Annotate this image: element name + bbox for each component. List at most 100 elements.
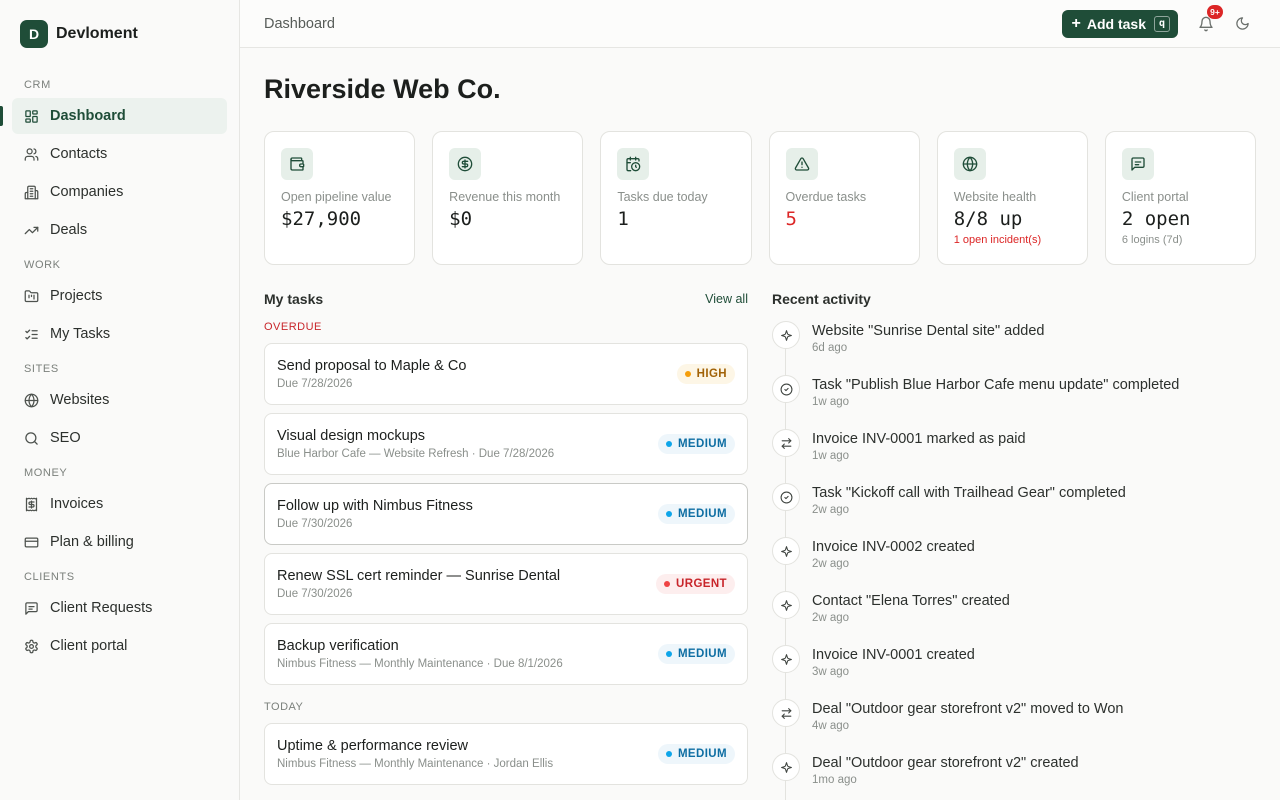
sidebar-item-client-portal[interactable]: Client portal bbox=[12, 628, 227, 664]
notifications-button[interactable]: 9+ bbox=[1192, 4, 1223, 38]
stat-label: Open pipeline value bbox=[281, 190, 392, 204]
topbar: Dashboard + Add task q 9+ bbox=[240, 0, 1280, 48]
stat-label: Client portal bbox=[1121, 190, 1189, 204]
activity-item: Contact "Elena Torres" created 2w ago bbox=[772, 591, 1256, 645]
task-title: Uptime & performance review bbox=[277, 738, 468, 754]
nav-section-title: CRM bbox=[24, 79, 51, 91]
sidebar-item-plan-billing[interactable]: Plan & billing bbox=[12, 524, 227, 560]
stat-label: Revenue this month bbox=[449, 190, 561, 204]
sidebar-item-websites[interactable]: Websites bbox=[12, 382, 227, 418]
check-circle-icon bbox=[780, 383, 792, 395]
brand-name: Devloment bbox=[56, 25, 138, 42]
priority-dot-icon bbox=[665, 511, 672, 517]
dashboard-columns: My tasks View all OVERDUE Send proposal t… bbox=[264, 289, 1256, 800]
check-circle-icon bbox=[780, 491, 792, 503]
activity-time: 1w ago bbox=[812, 396, 850, 408]
task-item[interactable]: Follow up with Nimbus Fitness Due 7/30/20… bbox=[264, 483, 748, 545]
plus-icon: + bbox=[1071, 14, 1081, 32]
arrows-swap-icon bbox=[781, 707, 791, 719]
task-item[interactable]: Send proposal to Maple & Co Due 7/28/2026… bbox=[264, 343, 748, 405]
users-icon bbox=[24, 147, 39, 161]
sidebar-item-label: Projects bbox=[50, 288, 103, 304]
sidebar-item-seo[interactable]: SEO bbox=[12, 420, 227, 456]
task-meta: Blue Harbor Cafe — Website Refresh · Due… bbox=[277, 448, 555, 460]
stat-card-client-portal[interactable]: Client portal 2 open 6 logins (7d) bbox=[1104, 131, 1257, 265]
sparkles-icon bbox=[780, 761, 792, 773]
page-title: Riverside Web Co. bbox=[264, 74, 501, 104]
sidebar-item-contacts[interactable]: Contacts bbox=[12, 136, 227, 172]
sidebar-item-companies[interactable]: Companies bbox=[12, 174, 227, 210]
globe-icon bbox=[24, 393, 39, 407]
activity-text: Deal "Outdoor gear storefront v2" create… bbox=[812, 755, 1079, 771]
brand[interactable]: D Devloment bbox=[12, 0, 227, 68]
priority-badge: MEDIUM bbox=[657, 504, 735, 524]
notification-count-badge: 9+ bbox=[1207, 4, 1223, 19]
task-group-label-overdue: OVERDUE bbox=[264, 321, 322, 333]
app-root: D Devloment CRM Dashboard Contacts Companie… bbox=[0, 0, 1280, 800]
sidebar-item-client-requests[interactable]: Client Requests bbox=[12, 590, 227, 626]
sidebar-item-my-tasks[interactable]: My Tasks bbox=[12, 316, 227, 352]
activity-time: 2w ago bbox=[812, 612, 850, 624]
stat-card-website-health[interactable]: Website health 8/8 up 1 open incident(s) bbox=[936, 131, 1088, 265]
stat-value: 8/8 up bbox=[953, 208, 1023, 230]
task-meta: Due 7/30/2026 bbox=[277, 588, 353, 600]
sidebar-item-projects[interactable]: Projects bbox=[12, 278, 227, 314]
activity-item: Deal "Outdoor gear storefront v2" moved … bbox=[772, 699, 1256, 753]
task-title: Visual design mockups bbox=[277, 428, 426, 444]
sidebar-item-dashboard[interactable]: Dashboard bbox=[0, 98, 227, 134]
my-tasks-title: My tasks bbox=[264, 291, 324, 307]
sparkles-icon bbox=[780, 599, 792, 611]
priority-dot-icon bbox=[665, 751, 672, 757]
activity-time: 1w ago bbox=[812, 450, 850, 462]
activity-item: Website "Sunrise Dental site" added 6d ag… bbox=[772, 321, 1256, 375]
trending-up-icon bbox=[24, 226, 39, 234]
my-tasks-panel: My tasks View all OVERDUE Send proposal t… bbox=[264, 289, 748, 800]
theme-toggle-button[interactable] bbox=[1228, 10, 1256, 38]
nav-section-work: WORK Projects My Tasks bbox=[12, 256, 227, 352]
recent-activity-title: Recent activity bbox=[772, 291, 871, 307]
nav-section-clients: CLIENTS Client Requests Client portal bbox=[12, 568, 227, 664]
activity-text: Invoice INV-0001 created bbox=[812, 647, 975, 663]
stat-label: Overdue tasks bbox=[785, 190, 867, 204]
credit-card-icon bbox=[24, 537, 39, 547]
task-title: Backup verification bbox=[277, 638, 399, 654]
sidebar-item-label: Invoices bbox=[50, 496, 104, 512]
stat-card-revenue-this-month[interactable]: Revenue this month $0 bbox=[432, 131, 584, 265]
activity-time: 6d ago bbox=[812, 342, 848, 354]
search-icon bbox=[25, 431, 38, 445]
nav-section-sites: SITES Websites SEO bbox=[12, 360, 227, 456]
stat-label: Tasks due today bbox=[617, 190, 708, 204]
add-task-button[interactable]: + Add task q bbox=[1061, 9, 1178, 38]
task-item[interactable]: Visual design mockups Blue Harbor Cafe — … bbox=[264, 413, 748, 475]
task-group-label-today: TODAY bbox=[264, 701, 304, 713]
stat-card-tasks-due-today[interactable]: Tasks due today 1 bbox=[600, 131, 752, 265]
sparkles-icon bbox=[780, 329, 792, 341]
activity-item: Invoice INV-0002 created 2w ago bbox=[772, 537, 1256, 591]
activity-text: Invoice INV-0001 marked as paid bbox=[812, 431, 1026, 447]
activity-time: 3w ago bbox=[812, 666, 850, 678]
activity-item: Task "Kickoff call with Trailhead Gear" … bbox=[772, 483, 1256, 537]
shortcut-key: q bbox=[1154, 15, 1170, 32]
priority-dot-icon bbox=[684, 371, 691, 377]
priority-dot-icon bbox=[664, 581, 671, 587]
activity-item: Task "Publish Blue Harbor Cafe menu upda… bbox=[772, 375, 1256, 429]
stat-card-open-pipeline-value[interactable]: Open pipeline value $27,900 bbox=[264, 131, 416, 265]
folder-kanban-icon bbox=[24, 289, 39, 302]
task-title: Renew SSL cert reminder — Sunrise Dental bbox=[277, 568, 561, 584]
dashboard-icon bbox=[25, 109, 38, 123]
task-meta: Nimbus Fitness — Monthly Maintenance · D… bbox=[277, 658, 563, 670]
priority-badge: URGENT bbox=[656, 574, 735, 594]
activity-text: Deal "Outdoor gear storefront v2" moved … bbox=[812, 701, 1124, 717]
stat-card-overdue-tasks[interactable]: Overdue tasks 5 bbox=[768, 131, 920, 265]
stat-value: 1 bbox=[617, 208, 629, 230]
sidebar-item-invoices[interactable]: Invoices bbox=[12, 486, 227, 522]
sidebar-item-label: Contacts bbox=[50, 146, 108, 162]
activity-list: Website "Sunrise Dental site" added 6d ag… bbox=[772, 321, 1256, 800]
task-item[interactable]: Backup verification Nimbus Fitness — Mont… bbox=[264, 623, 748, 685]
sidebar-item-deals[interactable]: Deals bbox=[12, 212, 227, 248]
view-all-link[interactable]: View all bbox=[705, 292, 748, 306]
activity-text: Task "Publish Blue Harbor Cafe menu upda… bbox=[812, 377, 1180, 393]
task-item[interactable]: Uptime & performance review Nimbus Fitnes… bbox=[264, 723, 748, 785]
activity-time: 4w ago bbox=[812, 720, 850, 732]
task-item[interactable]: Renew SSL cert reminder — Sunrise Dental… bbox=[264, 553, 748, 615]
